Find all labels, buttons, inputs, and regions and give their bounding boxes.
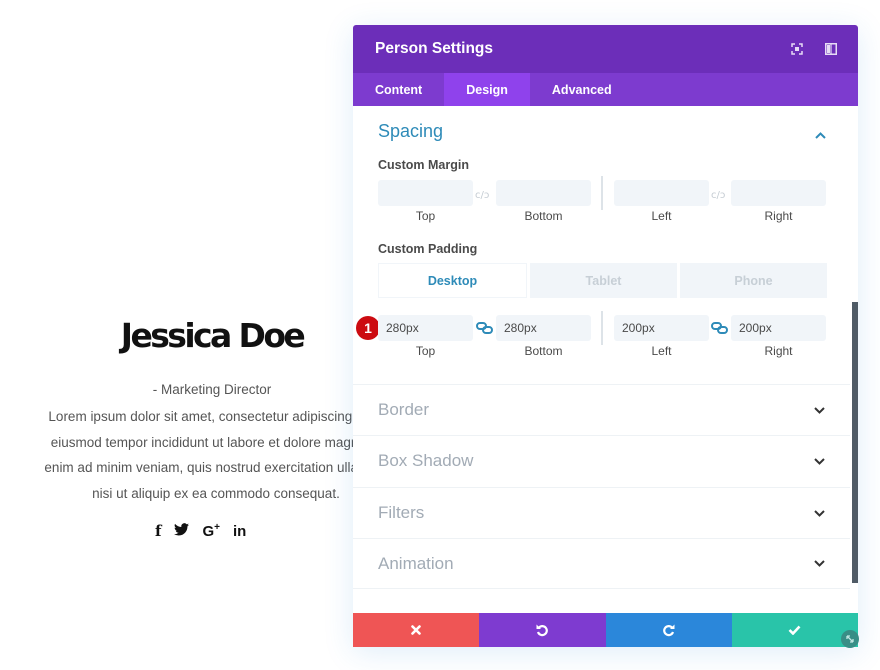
undo-button[interactable]: [479, 613, 606, 647]
device-tab-desktop[interactable]: Desktop: [378, 263, 527, 298]
margin-top-caption: Top: [415, 209, 436, 223]
tab-advanced[interactable]: Advanced: [530, 73, 634, 106]
custom-padding-label: Custom Padding: [378, 242, 478, 256]
undo-icon: [536, 624, 549, 637]
page: Jessica Doe - Marketing Director Lorem i…: [0, 0, 880, 670]
save-button[interactable]: [731, 613, 858, 647]
margin-left-input[interactable]: [614, 180, 709, 206]
chevron-up-icon[interactable]: [815, 126, 826, 144]
padding-right-input[interactable]: 200px: [731, 315, 826, 341]
svg-text:c/ɔ: c/ɔ: [475, 190, 489, 200]
margin-bottom-input[interactable]: [496, 180, 591, 206]
margin-bottom-caption: Bottom: [524, 209, 563, 223]
accordion-box-shadow[interactable]: Box Shadow: [353, 435, 850, 486]
twitter-icon[interactable]: [174, 522, 190, 540]
tab-content[interactable]: Content: [353, 73, 444, 106]
modal-title: Person Settings: [375, 40, 493, 57]
chevron-down-icon: [814, 406, 825, 414]
modal-footer: [353, 613, 858, 647]
divider: [601, 176, 603, 210]
modal-header: Person Settings: [353, 25, 858, 73]
margin-top-input[interactable]: [378, 180, 473, 206]
redo-icon: [662, 624, 675, 637]
accordion-border[interactable]: Border: [353, 384, 850, 435]
google-plus-icon[interactable]: G+: [202, 522, 220, 540]
margin-right-caption: Right: [764, 209, 793, 223]
unlink-icon[interactable]: c/ɔ: [711, 187, 731, 201]
margin-left-caption: Left: [651, 209, 672, 223]
svg-text:c/ɔ: c/ɔ: [711, 190, 725, 200]
modal-body: Spacing Custom Margin c/ɔ c/ɔ Top Bottom…: [353, 106, 858, 612]
padding-left-caption: Left: [651, 344, 672, 358]
accordion-animation[interactable]: Animation: [353, 538, 850, 589]
accordion-title: Animation: [378, 553, 454, 573]
accordion-title: Border: [378, 400, 430, 419]
section-title-spacing[interactable]: Spacing: [378, 121, 443, 142]
link-icon[interactable]: [711, 321, 731, 335]
modal-tabs: Content Design Advanced: [353, 73, 858, 106]
fullscreen-icon[interactable]: [780, 37, 814, 61]
facebook-icon[interactable]: f: [155, 522, 161, 540]
step-badge: 1: [356, 316, 380, 340]
social-links: f G+ in: [155, 522, 246, 540]
settings-modal: Person Settings Content Design Advanced …: [353, 25, 858, 647]
person-role: - Marketing Director: [152, 382, 272, 397]
device-tab-tablet[interactable]: Tablet: [530, 263, 677, 298]
unlink-icon[interactable]: c/ɔ: [475, 187, 495, 201]
padding-top-input[interactable]: 280px: [378, 315, 473, 341]
redo-button[interactable]: [605, 613, 732, 647]
resize-icon: [846, 635, 854, 643]
close-icon: [411, 625, 421, 635]
chevron-down-icon: [814, 457, 825, 465]
accordion-title: Box Shadow: [378, 451, 474, 470]
padding-right-caption: Right: [764, 344, 793, 358]
linkedin-icon[interactable]: in: [233, 523, 246, 540]
accordion-title: Filters: [378, 503, 425, 522]
link-icon[interactable]: [476, 321, 496, 335]
person-name: Jessica Doe: [120, 316, 306, 355]
divider: [601, 311, 603, 345]
padding-bottom-input[interactable]: 280px: [496, 315, 591, 341]
cancel-button[interactable]: [353, 613, 480, 647]
tab-design[interactable]: Design: [444, 73, 530, 106]
padding-top-caption: Top: [415, 344, 436, 358]
margin-right-input[interactable]: [731, 180, 826, 206]
chevron-down-icon: [814, 509, 825, 517]
resize-handle[interactable]: [841, 630, 859, 648]
device-tab-phone[interactable]: Phone: [680, 263, 827, 298]
device-tabs: Desktop Tablet Phone: [378, 263, 827, 298]
padding-bottom-caption: Bottom: [524, 344, 563, 358]
check-icon: [788, 625, 801, 635]
split-view-icon[interactable]: [814, 37, 848, 61]
chevron-down-icon: [814, 560, 825, 567]
scrollbar[interactable]: [852, 302, 858, 583]
accordion-filters[interactable]: Filters: [353, 487, 850, 538]
custom-margin-label: Custom Margin: [378, 158, 469, 172]
padding-left-input[interactable]: 200px: [614, 315, 709, 341]
